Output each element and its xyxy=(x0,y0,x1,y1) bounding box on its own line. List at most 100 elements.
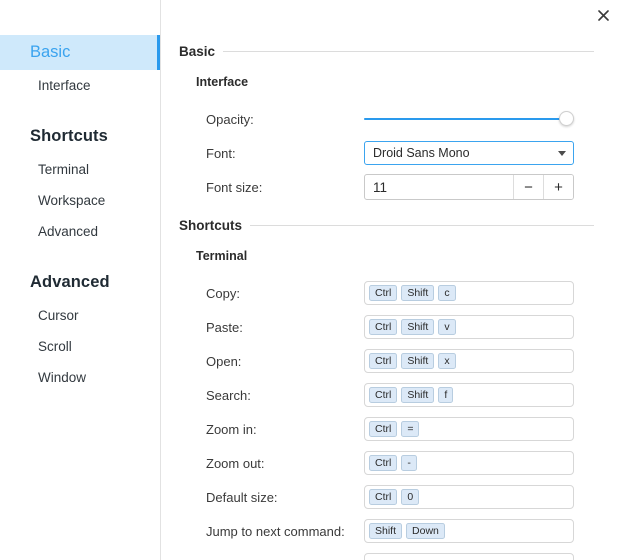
section-shortcuts: ShortcutsTerminalCopy:CtrlShiftcPaste:Ct… xyxy=(161,218,620,560)
setting-label: Font: xyxy=(179,146,364,161)
settings-row: Opacity: xyxy=(179,102,594,136)
setting-control: 11−+ xyxy=(364,174,594,200)
shortcut-input[interactable] xyxy=(364,553,574,560)
setting-label: Opacity: xyxy=(179,112,364,127)
shortcut-input[interactable]: Ctrl0 xyxy=(364,485,574,509)
setting-label: Zoom out: xyxy=(179,456,364,471)
keycap: v xyxy=(438,319,455,335)
setting-control: ShiftDown xyxy=(364,519,594,543)
keycap: Ctrl xyxy=(369,455,397,471)
keycap: x xyxy=(438,353,455,369)
sidebar-group-header-shortcuts: Shortcuts xyxy=(0,119,160,154)
setting-control: Droid Sans Mono xyxy=(364,141,594,165)
opacity-slider[interactable] xyxy=(364,111,574,127)
settings-row: Font size:11−+ xyxy=(179,170,594,204)
font-size-increment-button[interactable]: + xyxy=(543,175,573,199)
sidebar-item-advanced[interactable]: Advanced xyxy=(0,216,160,247)
sidebar: BasicInterface ShortcutsTerminalWorkspace… xyxy=(0,0,161,560)
slider-handle[interactable] xyxy=(559,111,574,126)
sidebar-group: AdvancedCursorScrollWindow xyxy=(0,265,160,393)
sidebar-item-interface[interactable]: Interface xyxy=(0,70,160,101)
sidebar-item-scroll[interactable]: Scroll xyxy=(0,331,160,362)
shortcut-input[interactable]: CtrlShiftv xyxy=(364,315,574,339)
shortcut-input[interactable]: Ctrl- xyxy=(364,451,574,475)
chevron-down-icon xyxy=(558,151,566,156)
keycap: Shift xyxy=(401,285,434,301)
titlebar xyxy=(161,0,620,30)
setting-control: Ctrl- xyxy=(364,451,594,475)
section-heading: Basic xyxy=(179,44,594,59)
keycap: f xyxy=(438,387,453,403)
font-dropdown[interactable]: Droid Sans Mono xyxy=(364,141,574,165)
sidebar-item-terminal[interactable]: Terminal xyxy=(0,154,160,185)
sidebar-group-header-advanced: Advanced xyxy=(0,265,160,300)
shortcut-input[interactable]: CtrlShiftc xyxy=(364,281,574,305)
close-button[interactable] xyxy=(592,4,614,26)
keycap: c xyxy=(438,285,455,301)
setting-control: CtrlShiftc xyxy=(364,281,594,305)
font-size-stepper[interactable]: 11−+ xyxy=(364,174,574,200)
setting-label: Search: xyxy=(179,388,364,403)
shortcut-input[interactable]: ShiftDown xyxy=(364,519,574,543)
keycap: Ctrl xyxy=(369,319,397,335)
settings-row: Jump to next command:ShiftDown xyxy=(179,514,594,548)
setting-control: CtrlShiftv xyxy=(364,315,594,339)
settings-row: Paste:CtrlShiftv xyxy=(179,310,594,344)
sidebar-item-cursor[interactable]: Cursor xyxy=(0,300,160,331)
shortcut-input[interactable]: Ctrl= xyxy=(364,417,574,441)
settings-row: Zoom out:Ctrl- xyxy=(179,446,594,480)
subsection-heading-terminal: Terminal xyxy=(179,249,594,263)
sidebar-item-window[interactable]: Window xyxy=(0,362,160,393)
setting-label: Default size: xyxy=(179,490,364,505)
subsection-heading-interface: Interface xyxy=(179,75,594,89)
slider-fill xyxy=(364,118,566,120)
setting-control: Ctrl= xyxy=(364,417,594,441)
font-size-input[interactable]: 11 xyxy=(365,175,513,199)
keycap: Ctrl xyxy=(369,421,397,437)
sidebar-spacer xyxy=(0,247,160,265)
settings-row xyxy=(179,548,594,560)
settings-content: Basic Interface Opacity: Font: Droid Sans Mo… xyxy=(161,0,620,560)
sidebar-group: BasicInterface xyxy=(0,35,160,101)
setting-label: Font size: xyxy=(179,180,364,195)
section-basic: Basic Interface Opacity: Font: Droid Sans Mo… xyxy=(161,44,620,204)
setting-label: Jump to next command: xyxy=(179,524,364,539)
setting-control: Ctrl0 xyxy=(364,485,594,509)
settings-rows: Copy:CtrlShiftcPaste:CtrlShiftvOpen:Ctrl… xyxy=(179,276,594,560)
keycap: Down xyxy=(406,523,445,539)
keycap: Ctrl xyxy=(369,387,397,403)
font-dropdown-value: Droid Sans Mono xyxy=(373,146,470,160)
settings-rows: Opacity: Font: Droid Sans Mono Font size:11… xyxy=(179,102,594,204)
close-icon xyxy=(598,10,609,21)
setting-label: Copy: xyxy=(179,286,364,301)
section-heading: Shortcuts xyxy=(179,218,594,233)
section-divider xyxy=(223,51,594,52)
setting-control: CtrlShiftx xyxy=(364,349,594,373)
shortcut-input[interactable]: CtrlShiftx xyxy=(364,349,574,373)
sidebar-item-basic[interactable]: Basic xyxy=(0,35,161,70)
settings-row: Font: Droid Sans Mono xyxy=(179,136,594,170)
section-heading-label: Basic xyxy=(179,44,215,59)
setting-label: Zoom in: xyxy=(179,422,364,437)
setting-control: CtrlShiftf xyxy=(364,383,594,407)
keycap: Shift xyxy=(369,523,402,539)
sidebar-spacer xyxy=(0,101,160,119)
preferences-window: BasicInterfaceShortcutsTerminalWorkspace… xyxy=(0,0,620,560)
section-divider xyxy=(250,225,594,226)
setting-label: Open: xyxy=(179,354,364,369)
keycap: Shift xyxy=(401,353,434,369)
settings-row: Copy:CtrlShiftc xyxy=(179,276,594,310)
keycap: - xyxy=(401,455,417,471)
settings-row: Default size:Ctrl0 xyxy=(179,480,594,514)
shortcut-input[interactable]: CtrlShiftf xyxy=(364,383,574,407)
setting-control xyxy=(364,553,594,560)
font-size-decrement-button[interactable]: − xyxy=(513,175,543,199)
keycap: Shift xyxy=(401,387,434,403)
sidebar-item-workspace[interactable]: Workspace xyxy=(0,185,160,216)
keycap: = xyxy=(401,421,419,437)
settings-row: Open:CtrlShiftx xyxy=(179,344,594,378)
setting-label: Paste: xyxy=(179,320,364,335)
settings-row: Search:CtrlShiftf xyxy=(179,378,594,412)
keycap: Ctrl xyxy=(369,353,397,369)
section-heading-label: Shortcuts xyxy=(179,218,242,233)
